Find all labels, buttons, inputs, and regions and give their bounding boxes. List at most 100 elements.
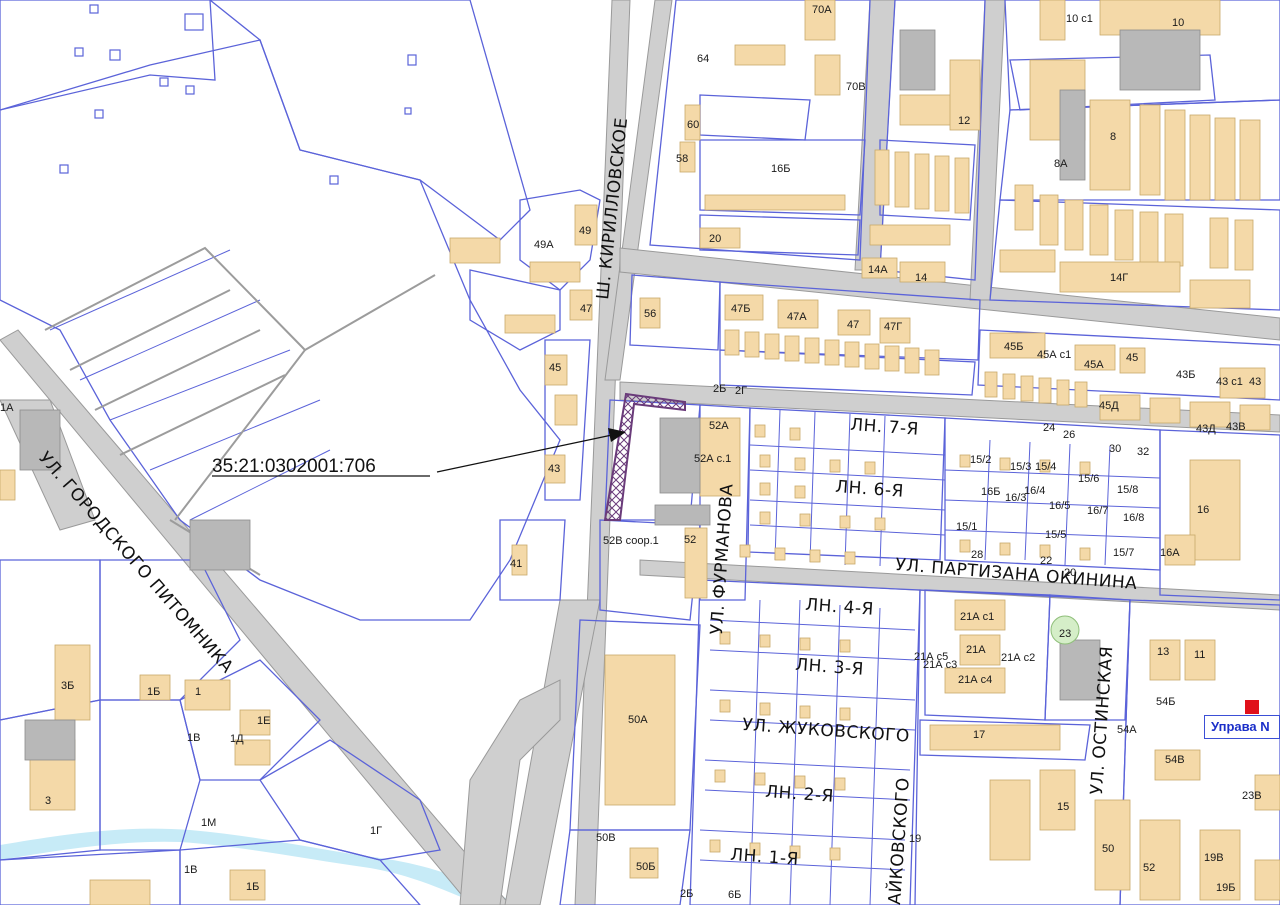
house-number: 20 — [709, 233, 721, 245]
house-number: 47 — [847, 319, 859, 331]
house-number: 1Б — [246, 881, 259, 893]
house-number: 15 — [1057, 801, 1069, 813]
house-number: 45А — [1084, 359, 1104, 371]
house-number: 16Б — [771, 163, 790, 175]
house-number: 6Б — [728, 889, 741, 901]
house-number: 20 — [1064, 567, 1076, 579]
house-number: 14А — [868, 264, 888, 276]
house-number: 16/5 — [1049, 500, 1070, 512]
house-number: 16Б — [981, 486, 1000, 498]
house-number: 47Г — [884, 321, 902, 333]
house-number: 15/2 — [970, 454, 991, 466]
house-number: 43Д — [1196, 423, 1216, 435]
house-number: 23В — [1242, 790, 1262, 802]
house-number: 52 — [684, 534, 696, 546]
house-number: 41 — [510, 558, 522, 570]
house-number: 1Б — [147, 686, 160, 698]
house-number: 28 — [971, 549, 983, 561]
house-number: 64 — [697, 53, 709, 65]
house-number: 54Б — [1156, 696, 1175, 708]
house-number: 45 — [1126, 352, 1138, 364]
house-number: 10 с1 — [1066, 13, 1093, 25]
house-number: 1Д — [230, 733, 244, 745]
house-number: 43Б — [1176, 369, 1195, 381]
house-number: 13 — [1157, 646, 1169, 658]
house-number: 70В — [846, 81, 866, 93]
cadastral-number: 35:21:0302001:706 — [212, 456, 376, 477]
house-number: 15/5 — [1045, 529, 1066, 541]
poi-flag-icon — [1245, 700, 1259, 714]
house-number: 49 — [579, 225, 591, 237]
house-number: 17 — [973, 729, 985, 741]
house-number: 70А — [812, 4, 832, 16]
house-number: 50В — [596, 832, 616, 844]
house-number: 54А — [1117, 724, 1137, 736]
house-number: 15/4 — [1035, 461, 1056, 473]
house-number: 3Б — [61, 680, 74, 692]
house-number: 21А — [966, 644, 986, 656]
house-number: 50 — [1102, 843, 1114, 855]
house-number: 43 с1 — [1216, 376, 1243, 388]
house-number: 1Г — [370, 825, 382, 837]
house-number: 14Г — [1110, 272, 1128, 284]
house-number: 14 — [915, 272, 927, 284]
house-number: 2Б — [713, 383, 726, 395]
house-number: 2Б — [680, 888, 693, 900]
house-number: 58 — [676, 153, 688, 165]
house-number: 21А с4 — [958, 674, 992, 686]
house-number: 45Д — [1099, 400, 1119, 412]
house-number: 8 — [1110, 131, 1116, 143]
house-number: 12 — [958, 115, 970, 127]
house-number: 19В — [1204, 852, 1224, 864]
house-number: 47А — [787, 311, 807, 323]
house-number: 60 — [687, 119, 699, 131]
house-number: 52 — [1143, 862, 1155, 874]
house-number: 3 — [45, 795, 51, 807]
house-number: 50А — [628, 714, 648, 726]
cadastral-map[interactable]: 35:21:0302001:706 Ш. КИРИЛЛОВСКОЕ УЛ. ГО… — [0, 0, 1280, 905]
house-number: 26 — [1063, 429, 1075, 441]
house-number: 45Б — [1004, 341, 1023, 353]
house-number: 43 — [1249, 376, 1261, 388]
house-number: 24 — [1043, 422, 1055, 434]
house-number: 16А — [1160, 547, 1180, 559]
house-number: 21А с3 — [923, 659, 957, 671]
house-number: 15/7 — [1113, 547, 1134, 559]
house-number: 43 — [548, 463, 560, 475]
house-number: 16/7 — [1087, 505, 1108, 517]
house-number: 16/4 — [1024, 485, 1045, 497]
house-number: 30 — [1109, 443, 1121, 455]
house-number: 1М — [201, 817, 216, 829]
house-number: 11 — [1194, 649, 1205, 661]
house-number: 10 — [1172, 17, 1184, 29]
house-number: 43В — [1226, 421, 1246, 433]
house-number: 56 — [644, 308, 656, 320]
poi-label-uprava[interactable]: Управа N — [1204, 715, 1280, 739]
house-number: 45 — [549, 362, 561, 374]
house-number: 15/3 — [1010, 461, 1031, 473]
house-number: 19Б — [1216, 882, 1235, 894]
house-number: 47Б — [731, 303, 750, 315]
house-number: 1В — [187, 732, 200, 744]
house-number: 1 — [195, 686, 201, 698]
house-number: 19 — [909, 833, 921, 845]
house-number: 22 — [1040, 555, 1052, 567]
house-number: 52А с.1 — [694, 453, 731, 465]
house-number: 47 — [580, 303, 592, 315]
house-number: 52А — [709, 420, 729, 432]
house-number: 16 — [1197, 504, 1209, 516]
house-number: 23 — [1059, 628, 1071, 640]
house-number: 52В соор.1 — [603, 535, 659, 547]
house-number: 1Е — [257, 715, 270, 727]
house-number: 1А — [0, 402, 14, 414]
house-number: 16/8 — [1123, 512, 1144, 524]
house-number: 49А — [534, 239, 554, 251]
house-number: 2Г — [735, 385, 747, 397]
house-number: 15/1 — [956, 521, 977, 533]
house-number: 8А — [1054, 158, 1068, 170]
house-number: 21А с1 — [960, 611, 994, 623]
house-number: 45А с1 — [1037, 349, 1071, 361]
house-number: 21А с2 — [1001, 652, 1035, 664]
house-number: 50Б — [636, 861, 655, 873]
house-number: 54В — [1165, 754, 1185, 766]
